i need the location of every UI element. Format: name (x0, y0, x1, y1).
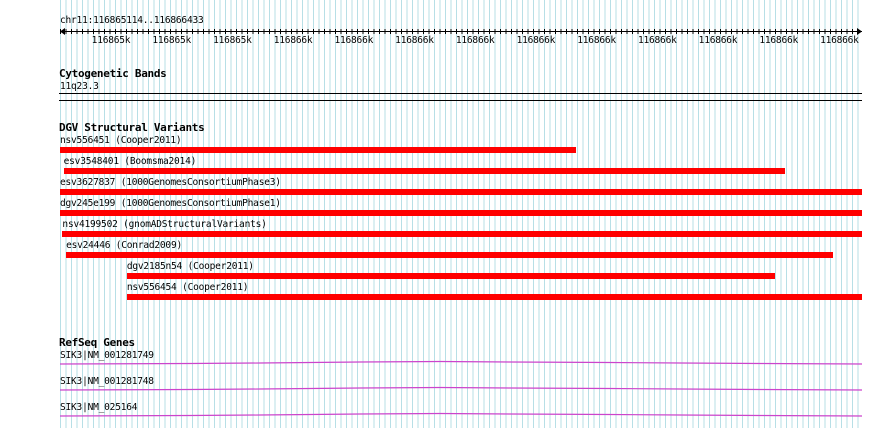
ruler-tick-label: 116866k (759, 35, 799, 46)
cytoband-label[interactable]: 11q23.3 (60, 81, 99, 92)
dgv-feature-bar[interactable] (63, 168, 785, 174)
track-title-refseq[interactable]: RefSeq Genes (59, 337, 135, 349)
dgv-feature-bar[interactable] (60, 147, 576, 153)
gene-intron-line (60, 412, 862, 417)
dgv-feature-bar[interactable] (126, 273, 776, 279)
dgv-feature-label[interactable]: nsv4199502 (gnomADStructuralVariants) (62, 219, 266, 230)
dgv-feature-label[interactable]: esv24446 (Conrad2009) (66, 240, 182, 251)
track-title-dgv[interactable]: DGV Structural Variants (59, 122, 205, 134)
refseq-gene-model[interactable] (60, 382, 862, 396)
ruler-tick-label: 116866k (698, 35, 738, 46)
dgv-feature-bar[interactable] (60, 210, 862, 216)
dgv-feature-label[interactable]: dgv2185n54 (Cooper2011) (127, 261, 254, 272)
dgv-feature-label[interactable]: nsv556451 (Cooper2011) (60, 135, 182, 146)
ruler-tick-label: 116866k (455, 35, 495, 46)
cytoband-separator (59, 100, 862, 101)
ruler-tick-label: 116866k (820, 35, 859, 46)
ruler-tick-label: 116866k (577, 35, 616, 46)
dgv-feature-label[interactable]: esv3548401 (Boomsma2014) (64, 156, 197, 167)
dgv-feature-bar[interactable] (66, 252, 834, 258)
ruler-tick-label: 116865k (213, 35, 252, 46)
gene-intron-line (60, 360, 862, 365)
dgv-feature-bar[interactable] (60, 189, 862, 195)
ruler-tick-label: 116866k (273, 35, 313, 46)
cytoband-line (59, 93, 862, 94)
dgv-feature-label[interactable]: esv3627837 (1000GenomesConsortiumPhase3) (60, 177, 281, 188)
dgv-feature-bar[interactable] (126, 294, 862, 300)
ruler-tick-label: 116866k (334, 35, 374, 46)
dgv-feature-label[interactable]: nsv556454 (Cooper2011) (127, 282, 249, 293)
dgv-feature-label[interactable]: dgv245e199 (1000GenomesConsortiumPhase1) (60, 198, 281, 209)
ruler-tick-label: 116866k (516, 35, 556, 46)
refseq-gene-model[interactable] (60, 408, 862, 422)
ruler-tick-label: 116866k (395, 35, 434, 46)
ruler-tick-label: 116865k (91, 35, 131, 46)
ruler-tick-label: 116865k (152, 35, 192, 46)
genome-browser-view[interactable]: chr11:116865114..116866433 116865k 116865… (0, 0, 890, 428)
dgv-feature-bar[interactable] (62, 231, 862, 237)
gene-intron-line (60, 386, 862, 391)
refseq-gene-model[interactable] (60, 356, 862, 370)
track-title-cytogenetic-bands[interactable]: Cytogenetic Bands (59, 68, 167, 80)
ruler-right-arrow-icon (857, 28, 862, 35)
ruler-tick-label: 116866k (637, 35, 677, 46)
